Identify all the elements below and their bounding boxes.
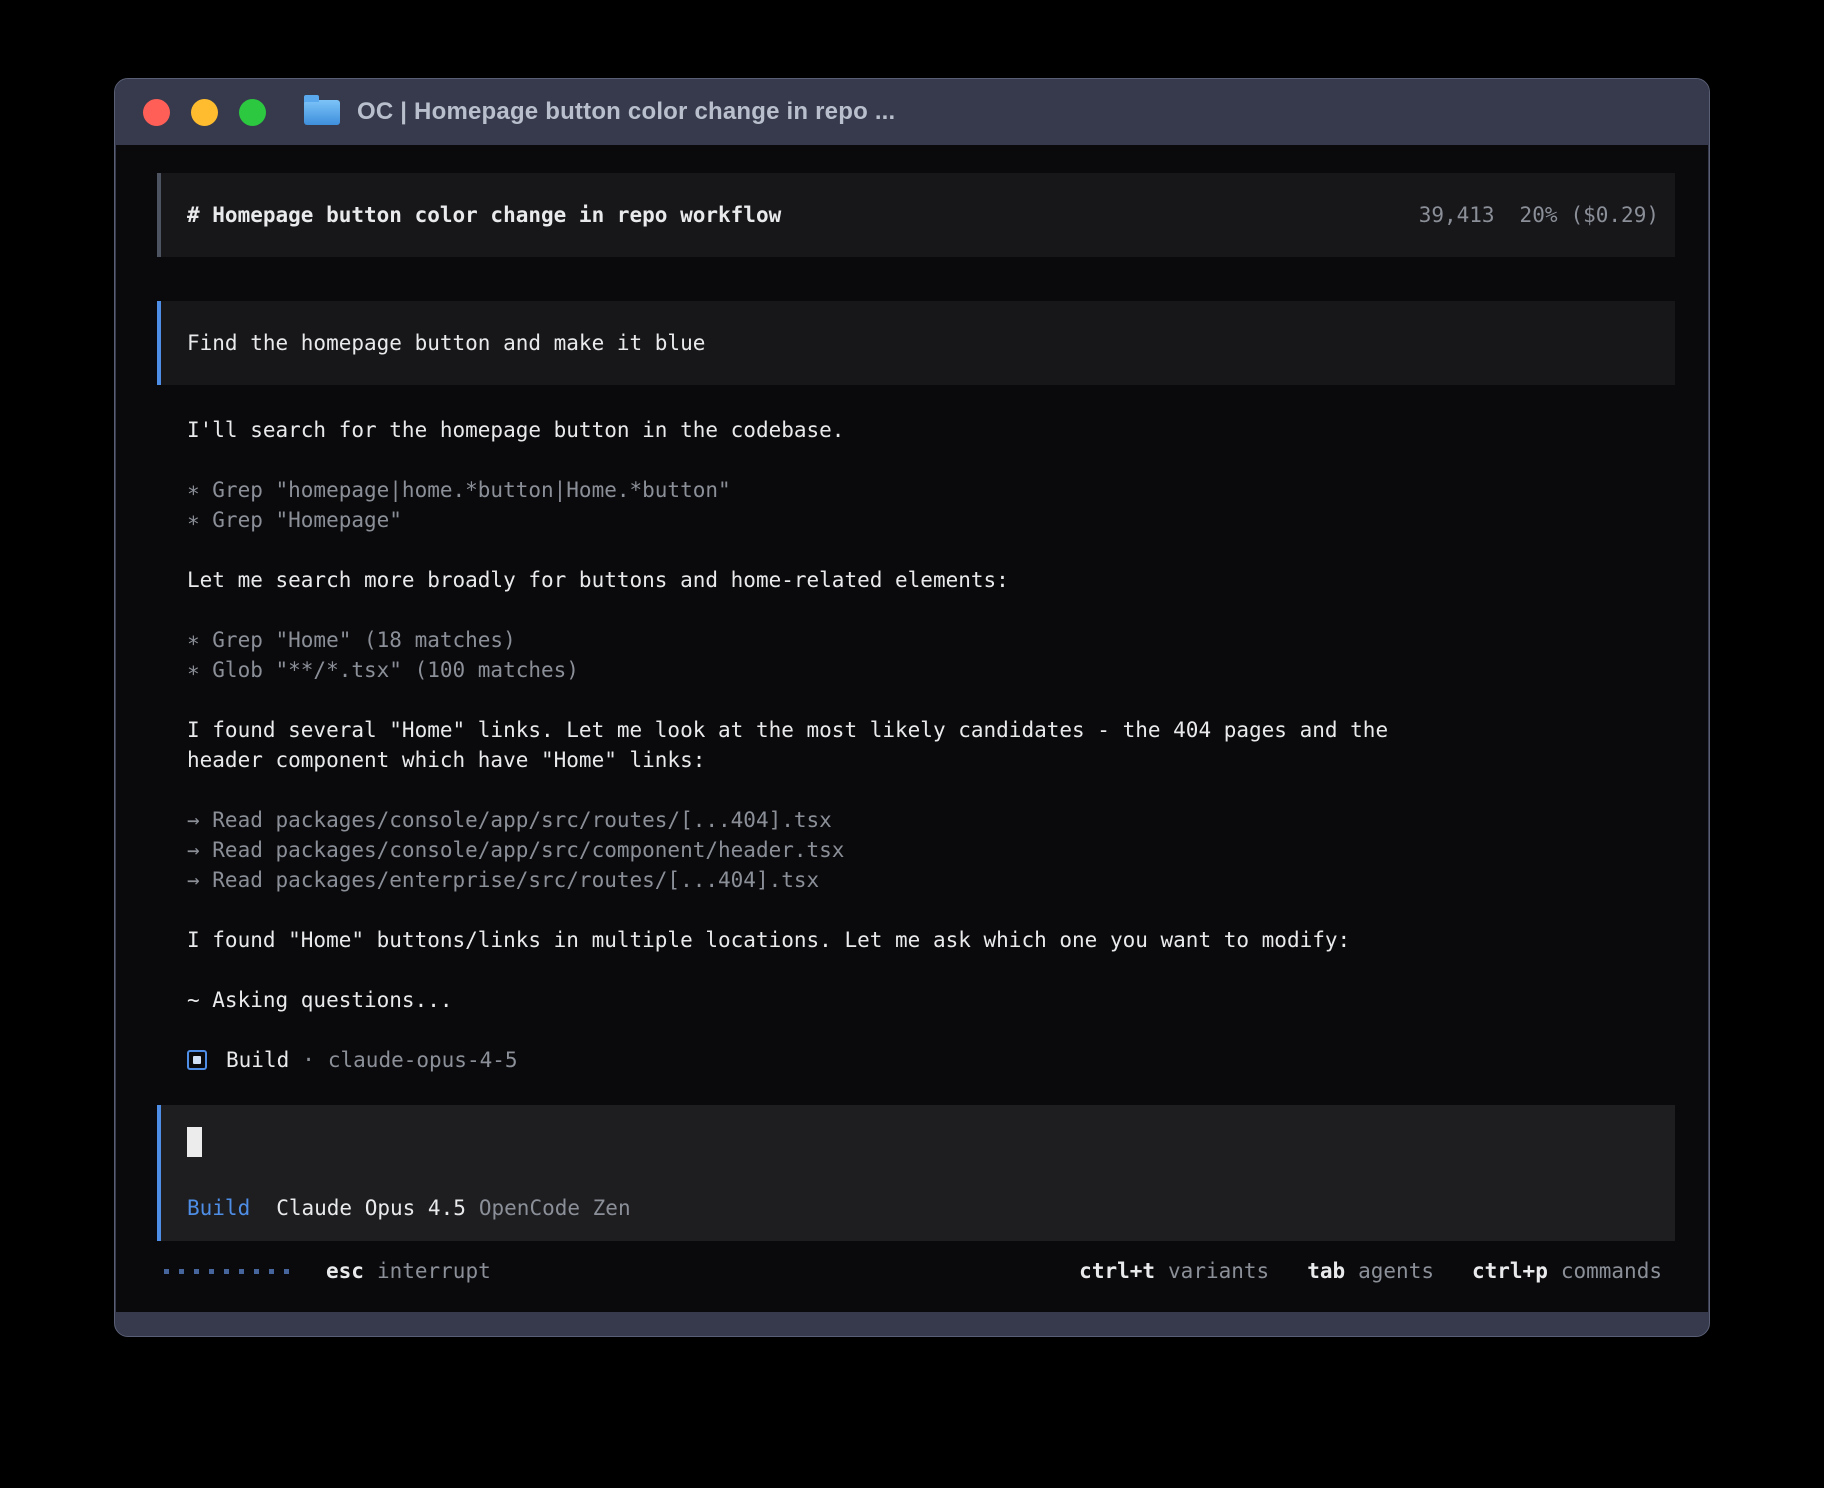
user-message-text: Find the homepage button and make it blu…	[187, 328, 705, 358]
session-title: # Homepage button color change in repo w…	[187, 200, 781, 230]
tool-call-group: ∗ Grep "Home" (18 matches)∗ Glob "**/*.t…	[187, 625, 1675, 685]
assistant-text-line: Let me search more broadly for buttons a…	[187, 565, 1675, 595]
status-bar-left: esc interrupt	[164, 1256, 491, 1286]
keybind-key: ctrl+t	[1079, 1256, 1155, 1286]
assistant-text-line: I found several "Home" links. Let me loo…	[187, 715, 1675, 745]
keybind-hint[interactable]: ctrl+p commands	[1472, 1256, 1662, 1286]
window-titlebar[interactable]: OC | Homepage button color change in rep…	[115, 79, 1709, 145]
tool-call-group: ∗ Grep "homepage|home.*button|Home.*butt…	[187, 475, 1675, 535]
window-title: OC | Homepage button color change in rep…	[357, 98, 895, 126]
keybind-label: agents	[1358, 1256, 1434, 1286]
minimize-window-button[interactable]	[191, 99, 218, 126]
assistant-text-group: ~ Asking questions...	[187, 985, 1675, 1015]
spinner-dot	[194, 1269, 199, 1274]
status-bar: esc interrupt ctrl+tvariantstabagentsctr…	[164, 1256, 1675, 1286]
token-count: 39,413	[1419, 200, 1495, 230]
tool-call-line: → Read packages/console/app/src/componen…	[187, 835, 1675, 865]
spinner-dot	[239, 1269, 244, 1274]
interrupt-hint-label: interrupt	[377, 1256, 491, 1286]
context-percentage: 20%	[1520, 200, 1558, 230]
user-message: Find the homepage button and make it blu…	[157, 301, 1675, 385]
agent-status-row: Build · claude-opus-4-5	[187, 1045, 1675, 1075]
terminal-window: OC | Homepage button color change in rep…	[114, 78, 1710, 1337]
assistant-text-group: I found several "Home" links. Let me loo…	[187, 715, 1675, 775]
spinner-dot	[254, 1269, 259, 1274]
spinner-dot	[164, 1269, 169, 1274]
assistant-text-line: header component which have "Home" links…	[187, 745, 1675, 775]
close-window-button[interactable]	[143, 99, 170, 126]
assistant-text-group: I found "Home" buttons/links in multiple…	[187, 925, 1675, 955]
agent-model: claude-opus-4-5	[328, 1045, 518, 1075]
tool-call-line: ∗ Grep "homepage|home.*button|Home.*butt…	[187, 475, 1675, 505]
keybind-label: commands	[1561, 1256, 1662, 1286]
session-cost: ($0.29)	[1570, 200, 1659, 230]
spinner-dot	[284, 1269, 289, 1274]
status-bar-right: ctrl+t variants tab agents ctrl+p commands	[1079, 1256, 1662, 1286]
esc-key-hint[interactable]: esc	[326, 1256, 364, 1286]
tool-call-line: → Read packages/enterprise/src/routes/[.…	[187, 865, 1675, 895]
separator-dot: ·	[302, 1045, 315, 1075]
agent-build-icon	[187, 1050, 207, 1070]
tool-call-line: → Read packages/console/app/src/routes/[…	[187, 805, 1675, 835]
prompt-footer: Build Claude Opus 4.5 OpenCode Zen	[187, 1193, 1659, 1223]
traffic-lights	[143, 99, 266, 126]
spinner-dots	[164, 1269, 289, 1274]
terminal-content: # Homepage button color change in repo w…	[116, 145, 1708, 1312]
text-cursor	[187, 1127, 202, 1157]
input-model-label: Claude Opus 4.5	[276, 1193, 466, 1223]
keybind-key: tab	[1307, 1256, 1345, 1286]
input-provider-label: OpenCode Zen	[479, 1193, 631, 1223]
assistant-text-group: I'll search for the homepage button in t…	[187, 415, 1675, 445]
agent-name: Build	[226, 1045, 289, 1075]
transcript: I'll search for the homepage button in t…	[187, 415, 1675, 1015]
prompt-input[interactable]: Build Claude Opus 4.5 OpenCode Zen	[157, 1105, 1675, 1241]
session-header: # Homepage button color change in repo w…	[157, 173, 1675, 257]
keybind-label: variants	[1168, 1256, 1269, 1286]
session-stats: 39,413 20% ($0.29)	[1419, 200, 1659, 230]
assistant-text-line: I'll search for the homepage button in t…	[187, 415, 1675, 445]
keybind-hint[interactable]: ctrl+t variants	[1079, 1256, 1269, 1286]
keybind-key: ctrl+p	[1472, 1256, 1548, 1286]
spinner-dot	[269, 1269, 274, 1274]
desktop-background: OC | Homepage button color change in rep…	[0, 0, 1824, 1488]
maximize-window-button[interactable]	[239, 99, 266, 126]
prompt-input-line[interactable]	[187, 1127, 1659, 1157]
keybind-hint[interactable]: tab agents	[1307, 1256, 1434, 1286]
folder-icon	[304, 100, 340, 125]
tool-call-group: → Read packages/console/app/src/routes/[…	[187, 805, 1675, 895]
tool-call-line: ∗ Grep "Homepage"	[187, 505, 1675, 535]
tool-call-line: ∗ Grep "Home" (18 matches)	[187, 625, 1675, 655]
spinner-dot	[179, 1269, 184, 1274]
assistant-text-group: Let me search more broadly for buttons a…	[187, 565, 1675, 595]
assistant-text-line: ~ Asking questions...	[187, 985, 1675, 1015]
tool-call-line: ∗ Glob "**/*.tsx" (100 matches)	[187, 655, 1675, 685]
spinner-dot	[209, 1269, 214, 1274]
spinner-dot	[224, 1269, 229, 1274]
input-agent-label[interactable]: Build	[187, 1193, 250, 1223]
assistant-text-line: I found "Home" buttons/links in multiple…	[187, 925, 1675, 955]
